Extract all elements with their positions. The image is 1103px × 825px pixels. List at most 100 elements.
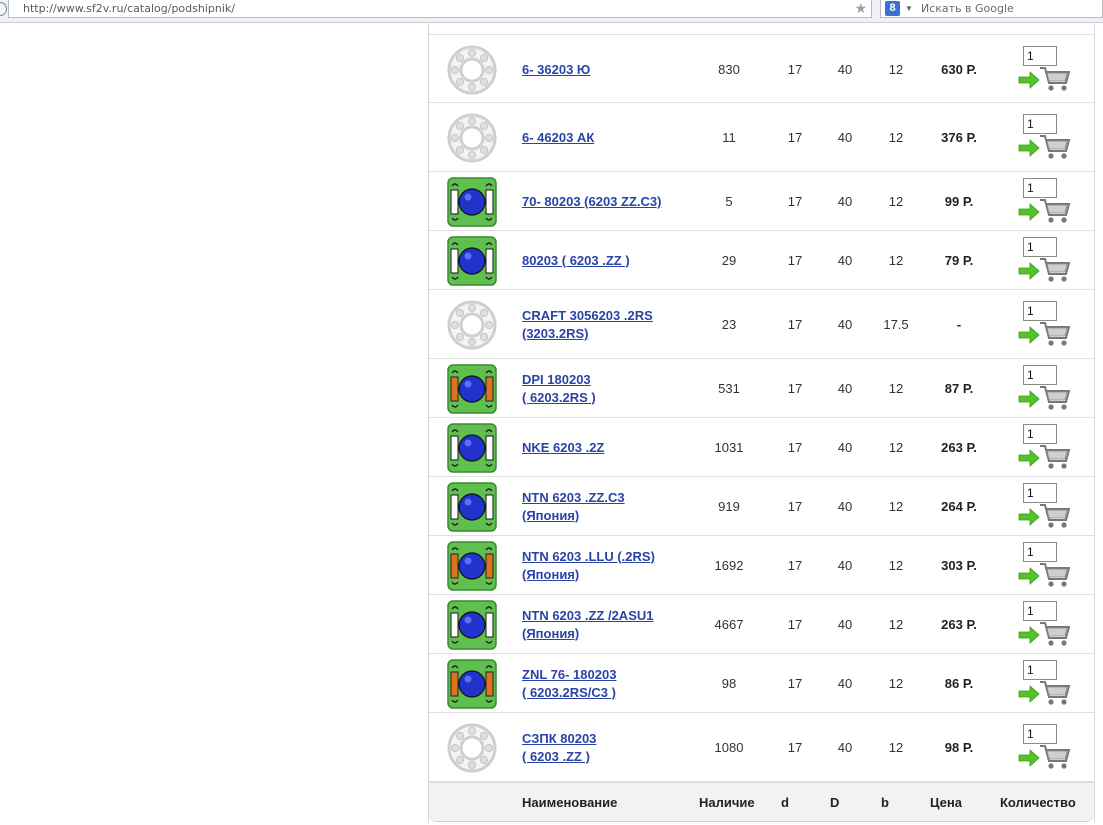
b-cell: 12 [888,675,904,691]
search-placeholder: Искать в Google [921,2,1014,15]
engine-dropdown-icon[interactable]: ▼ [905,1,913,16]
b-cell: 12 [888,498,904,514]
add-to-cart-icon[interactable] [1018,196,1071,224]
table-row: 6- 36203 Ю 830 17 40 12 630 Р. [429,34,1094,103]
stock-cell: 531 [718,380,740,396]
quantity-input[interactable] [1023,178,1057,198]
D-cell: 40 [837,498,853,514]
add-to-cart-icon[interactable] [1018,255,1071,283]
D-cell: 40 [837,675,853,691]
add-to-cart-icon[interactable] [1018,501,1071,529]
D-cell: 40 [837,316,853,332]
quantity-input[interactable] [1023,365,1057,385]
product-link[interactable]: 80203 ( 6203 .ZZ ) [522,252,630,270]
quantity-input[interactable] [1023,723,1057,744]
product-link[interactable]: NTN 6203 .ZZ /2ASU1 (Япония) [522,607,654,643]
gray-ring-bearing-icon[interactable] [447,45,497,95]
stock-cell: 29 [721,252,737,268]
table-row: ZNL 76- 180203 ( 6203.2RS/C3 ) 98 17 40 12 86 … [429,654,1094,713]
quantity-input[interactable] [1023,45,1057,66]
product-name-line1: DPI 180203 [522,371,591,387]
product-link[interactable]: СЗПК 80203 ( 6203 .ZZ ) [522,730,596,766]
product-name-line2: ( 6203 .ZZ ) [522,748,590,764]
address-bar[interactable]: http://www.sf2v.ru/catalog/podshipnik/ ★ [8,0,872,18]
quantity-input[interactable] [1023,483,1057,503]
product-link[interactable]: 6- 46203 АК [522,129,594,147]
google-engine-icon[interactable]: 8 [885,1,900,16]
stock-cell: 1031 [714,439,744,455]
table-row: 80203 ( 6203 .ZZ ) 29 17 40 12 79 Р. [429,231,1094,290]
bookmark-star-icon[interactable]: ★ [854,0,867,16]
sealed-bearing-icon[interactable] [447,658,497,709]
stock-cell: 23 [721,316,737,332]
product-link[interactable]: NTN 6203 .ZZ.C3 (Япония) [522,489,625,525]
add-to-cart-icon[interactable] [1018,442,1071,470]
price-cell: - [956,316,962,332]
product-name-line2: (Япония) [522,625,580,641]
product-link[interactable]: ZNL 76- 180203 ( 6203.2RS/C3 ) [522,666,616,702]
sealed-bearing-icon[interactable] [447,363,497,414]
shielded-bearing-icon[interactable] [447,422,497,473]
table-row: 6- 46203 АК 11 17 40 12 376 Р. [429,103,1094,172]
column-header-D[interactable]: D [830,795,839,810]
quantity-input[interactable] [1023,424,1057,444]
price-cell: 98 Р. [944,739,974,755]
column-header-quantity[interactable]: Количество [1000,795,1076,810]
column-header-stock[interactable]: Наличие [699,795,755,810]
table-row: NKE 6203 .2Z 1031 17 40 12 263 Р. [429,418,1094,477]
column-header-d[interactable]: d [781,795,789,810]
quantity-input[interactable] [1023,542,1057,562]
product-name-line1: CRAFT 3056203 .2RS [522,307,653,323]
price-cell: 263 Р. [941,616,977,632]
quantity-input[interactable] [1023,300,1057,321]
column-header-name[interactable]: Наименование [522,795,617,810]
add-to-cart-icon[interactable] [1018,64,1071,92]
quantity-input[interactable] [1023,113,1057,134]
product-name-line2: (Япония) [522,507,580,523]
product-link[interactable]: 70- 80203 (6203 ZZ.C3) [522,193,661,211]
column-header-b[interactable]: b [881,795,889,810]
shielded-bearing-icon[interactable] [447,235,497,286]
search-bar[interactable]: 8 ▼ Искать в Google [880,0,1103,18]
gray-ring-bearing-icon[interactable] [447,723,497,773]
add-to-cart-icon[interactable] [1018,132,1071,160]
product-table: 6- 36203 Ю 830 17 40 12 630 Р. 6- 46203 АК 11 17… [428,22,1095,822]
sealed-bearing-icon[interactable] [447,540,497,591]
column-header-price[interactable]: Цена [930,795,962,810]
product-link[interactable]: NKE 6203 .2Z [522,439,604,457]
d-cell: 17 [787,380,803,396]
d-cell: 17 [787,316,803,332]
gray-ring-bearing-icon[interactable] [447,113,497,163]
shielded-bearing-icon[interactable] [447,599,497,650]
product-link[interactable]: CRAFT 3056203 .2RS (3203.2RS) [522,307,653,343]
gray-ring-bearing-icon[interactable] [447,300,497,350]
price-cell: 86 Р. [944,675,974,691]
address-bar-url: http://www.sf2v.ru/catalog/podshipnik/ [23,2,235,15]
add-to-cart-icon[interactable] [1018,383,1071,411]
b-cell: 12 [888,129,904,145]
quantity-input[interactable] [1023,660,1057,680]
product-link[interactable]: NTN 6203 .LLU (.2RS) (Япония) [522,548,655,584]
add-to-cart-icon[interactable] [1018,742,1071,770]
product-name-line1: NTN 6203 .LLU (.2RS) [522,548,655,564]
d-cell: 17 [787,498,803,514]
add-to-cart-icon[interactable] [1018,319,1071,347]
product-link[interactable]: 6- 36203 Ю [522,61,590,79]
shielded-bearing-icon[interactable] [447,176,497,227]
quantity-input[interactable] [1023,237,1057,257]
nav-button-icon[interactable] [0,2,7,16]
D-cell: 40 [837,129,853,145]
d-cell: 17 [787,129,803,145]
add-to-cart-icon[interactable] [1018,619,1071,647]
table-row: DPI 180203 ( 6203.2RS ) 531 17 40 12 87 Р. [429,359,1094,418]
quantity-input[interactable] [1023,601,1057,621]
price-cell: 99 Р. [944,193,974,209]
table-row: CRAFT 3056203 .2RS (3203.2RS) 23 17 40 17.5 - [429,290,1094,359]
add-to-cart-icon[interactable] [1018,560,1071,588]
product-link[interactable]: DPI 180203 ( 6203.2RS ) [522,371,596,407]
price-cell: 87 Р. [944,380,974,396]
shielded-bearing-icon[interactable] [447,481,497,532]
product-name-line1: 70- 80203 (6203 ZZ.C3) [522,193,662,209]
D-cell: 40 [837,61,853,77]
add-to-cart-icon[interactable] [1018,678,1071,706]
